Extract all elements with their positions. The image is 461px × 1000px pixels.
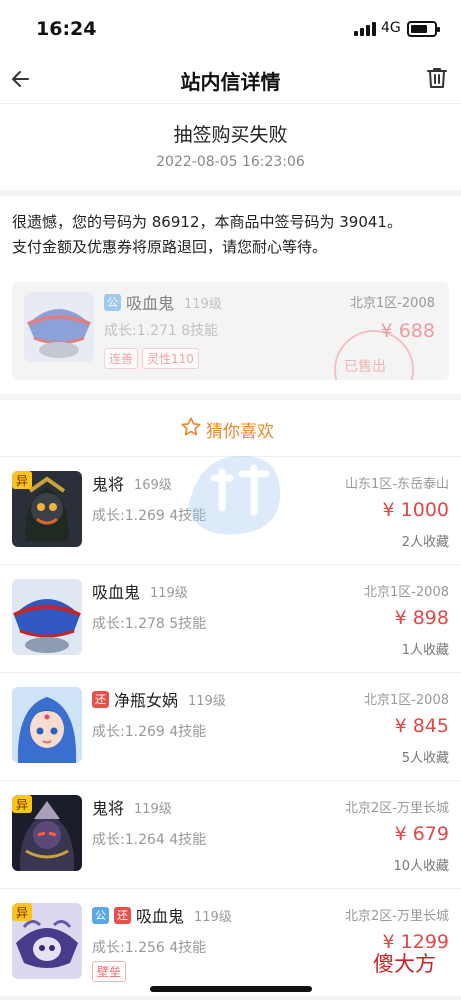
item-thumbnail (12, 687, 82, 763)
list-item[interactable]: 还净瓶女娲 119级 成长:1.269 4技能 北京1区-2008 ¥ 845 5… (0, 672, 461, 780)
message-header: 抽签购买失败 2022-08-05 16:23:06 (0, 104, 461, 190)
item-level: 169级 (134, 477, 172, 493)
item-title-row: 还净瓶女娲 119级 (92, 687, 226, 710)
item-growth: 成长:1.278 5技能 (92, 616, 207, 632)
star-icon (181, 417, 201, 436)
message-body: 很遗憾，您的号码为 86912，本商品中签号码为 39041。 支付金额及优惠券… (0, 196, 461, 394)
public-badge: 公 (92, 906, 109, 924)
item-thumbnail: 异 (12, 795, 82, 871)
return-badge: 还 (92, 690, 109, 708)
item-growth: 成长:1.269 4技能 (92, 508, 207, 524)
network-label: 4G (381, 20, 401, 36)
product-card[interactable]: 公吸血鬼 119级 成长:1.271 8技能 连善 灵性110 北京1区-2008 … (12, 282, 449, 380)
item-special-badge: 异 (16, 798, 28, 812)
message-line-1: 很遗憾，您的号码为 86912，本商品中签号码为 39041。 (12, 213, 402, 231)
product-thumbnail (24, 292, 94, 362)
nav-bar: 站内信详情 (0, 54, 461, 104)
status-bar: 16:24 4G (0, 0, 461, 54)
recommend-title: 猜你喜欢 (206, 422, 274, 442)
item-title-row: 鬼将 119级 (92, 795, 172, 818)
item-price: ¥ 845 (394, 715, 449, 737)
item-thumbnail: 异 (12, 903, 82, 979)
item-region: 北京1区-2008 (363, 693, 449, 708)
item-title-row: 吸血鬼 119级 (92, 579, 188, 602)
item-thumbnail: 异 (12, 471, 82, 547)
item-price: ¥ 898 (394, 607, 449, 629)
tag: 连善 (104, 348, 139, 369)
item-title-row: 鬼将 169级 (92, 471, 172, 494)
list-item[interactable]: 异 鬼将 119级 成长:1.264 4技能 北京2区-万里长城 ¥ 679 10… (0, 780, 461, 888)
public-badge: 公 (104, 293, 121, 311)
product-region: 北京1区-2008 (349, 296, 435, 311)
home-indicator[interactable] (150, 986, 312, 992)
item-favorites: 5人收藏 (401, 751, 449, 766)
item-region: 北京2区-万里长城 (345, 801, 449, 816)
return-badge: 还 (114, 906, 131, 924)
page-title: 站内信详情 (180, 70, 281, 94)
item-region: 北京2区-万里长城 (345, 909, 449, 924)
product-level: 119级 (184, 296, 222, 312)
item-level: 119级 (194, 909, 232, 925)
message-date: 2022-08-05 16:23:06 (156, 154, 305, 170)
item-special-badge: 异 (16, 474, 28, 488)
product-growth: 成长:1.271 8技能 (104, 323, 219, 339)
product-name: 吸血鬼 (126, 294, 175, 313)
item-tags: 壁垒 (92, 961, 130, 982)
item-level: 119级 (150, 585, 188, 601)
message-text: 很遗憾，您的号码为 86912，本商品中签号码为 39041。 支付金额及优惠券… (12, 210, 452, 260)
item-title-row: 公还吸血鬼 119级 (92, 903, 232, 926)
sold-stamp-label: 已售出 (344, 359, 386, 375)
item-favorites: 2人收藏 (401, 535, 449, 550)
item-growth: 成长:1.269 4技能 (92, 724, 207, 740)
item-favorites: 10人收藏 (393, 859, 449, 874)
item-favorites: 1人收藏 (401, 643, 449, 658)
item-region: 北京1区-2008 (363, 585, 449, 600)
tag: 灵性110 (142, 348, 199, 369)
status-time: 16:24 (36, 18, 97, 40)
item-growth: 成长:1.264 4技能 (92, 832, 207, 848)
item-level: 119级 (134, 801, 172, 817)
message-line-2: 支付金额及优惠券将原路退回，请您耐心等待。 (12, 238, 328, 256)
battery-icon (407, 21, 440, 37)
recommend-header: 猜你喜欢 (0, 400, 461, 456)
item-special-badge: 异 (16, 906, 28, 920)
item-price: ¥ 679 (394, 823, 449, 845)
trash-icon[interactable] (423, 64, 451, 92)
tag: 壁垒 (92, 961, 127, 982)
list-item[interactable]: 吸血鬼 119级 成长:1.278 5技能 北京1区-2008 ¥ 898 1人收… (0, 564, 461, 672)
item-price: ¥ 1000 (382, 499, 449, 521)
product-tags: 连善 灵性110 (104, 348, 222, 369)
item-name: 鬼将 (92, 475, 125, 494)
item-name: 吸血鬼 (136, 907, 185, 926)
item-thumbnail (12, 579, 82, 655)
product-info: 公吸血鬼 119级 成长:1.271 8技能 连善 灵性110 (104, 290, 222, 369)
item-name: 吸血鬼 (92, 583, 141, 602)
list-item[interactable]: 异 鬼将 169级 成长:1.269 4技能 山东1区-东岳泰山 ¥ 1000 2… (0, 456, 461, 564)
message-subject: 抽签购买失败 (173, 124, 288, 146)
list-item[interactable]: 异 公还吸血鬼 119级 成长:1.256 4技能 壁垒 北京2区-万里长城 ¥ … (0, 888, 461, 996)
item-name: 净瓶女娲 (114, 691, 179, 710)
item-name: 鬼将 (92, 799, 125, 818)
signal-icon (354, 22, 376, 36)
item-growth: 成长:1.256 4技能 (92, 940, 207, 956)
brand-watermark: 傻大方 (370, 948, 439, 978)
item-region: 山东1区-东岳泰山 (345, 477, 449, 492)
item-level: 119级 (188, 693, 226, 709)
